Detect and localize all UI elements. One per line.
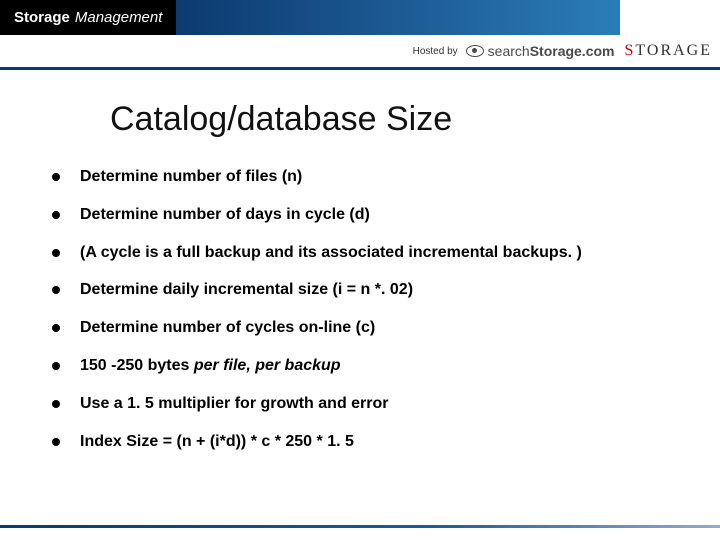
- bullet-text: (A cycle is a full backup and its associ…: [80, 243, 680, 264]
- bullet-item: Determine number of days in cycle (d): [40, 205, 680, 226]
- bullet-text: 150 -250 bytes per file, per backup: [80, 356, 680, 377]
- eye-icon: [466, 45, 484, 57]
- bullet-icon: [52, 249, 60, 257]
- bullet-text: Determine daily incremental size (i = n …: [80, 280, 680, 301]
- sub-header-bar: Hosted by searchStorage.com STORAGE: [0, 35, 720, 70]
- bullet-text: Use a 1. 5 multiplier for growth and err…: [80, 394, 680, 415]
- bullet-item: Use a 1. 5 multiplier for growth and err…: [40, 394, 680, 415]
- storage-logo-rest: TORAGE: [635, 42, 712, 59]
- bullet-icon: [52, 324, 60, 332]
- hosted-by-label: Hosted by: [413, 46, 458, 57]
- bullet-5-italic: per file, per backup: [194, 357, 341, 374]
- bullet-item: Determine number of files (n): [40, 167, 680, 188]
- bullet-icon: [52, 286, 60, 294]
- slide-title: Catalog/database Size: [110, 100, 680, 139]
- bullet-text: Determine number of days in cycle (d): [80, 205, 680, 226]
- bullet-icon: [52, 400, 60, 408]
- header-gradient: [176, 0, 620, 35]
- bullet-item: (A cycle is a full backup and its associ…: [40, 243, 680, 264]
- brand-management-text: Management: [75, 9, 163, 26]
- bullet-text: Determine number of cycles on-line (c): [80, 318, 680, 339]
- bullet-5-part1: 150 -250 bytes: [80, 357, 194, 374]
- bullet-text: Determine number of files (n): [80, 167, 680, 188]
- slide-header: Storage Management Hosted by searchStora…: [0, 0, 720, 70]
- bullet-icon: [52, 362, 60, 370]
- searchstorage-logo: searchStorage.com: [466, 43, 615, 59]
- storage-magazine-logo: STORAGE: [625, 42, 713, 60]
- slide-content: Catalog/database Size Determine number o…: [0, 70, 720, 452]
- searchstorage-text: searchStorage.com: [488, 43, 615, 59]
- bullet-icon: [52, 211, 60, 219]
- bullet-list: Determine number of files (n) Determine …: [40, 167, 680, 452]
- storage-logo-s: S: [625, 42, 636, 59]
- footer-divider: [0, 525, 720, 528]
- bullet-item: Index Size = (n + (i*d)) * c * 250 * 1. …: [40, 432, 680, 453]
- top-bar: Storage Management: [0, 0, 720, 35]
- search-prefix: search: [488, 43, 530, 59]
- bullet-icon: [52, 438, 60, 446]
- header-right-spacer: [620, 0, 720, 35]
- bullet-item: Determine daily incremental size (i = n …: [40, 280, 680, 301]
- bullet-item: Determine number of cycles on-line (c): [40, 318, 680, 339]
- brand-logo: Storage Management: [0, 0, 176, 35]
- bullet-item: 150 -250 bytes per file, per backup: [40, 356, 680, 377]
- bullet-icon: [52, 173, 60, 181]
- brand-storage-text: Storage: [14, 9, 70, 26]
- bullet-text: Index Size = (n + (i*d)) * c * 250 * 1. …: [80, 432, 680, 453]
- search-suffix: Storage.com: [530, 43, 615, 59]
